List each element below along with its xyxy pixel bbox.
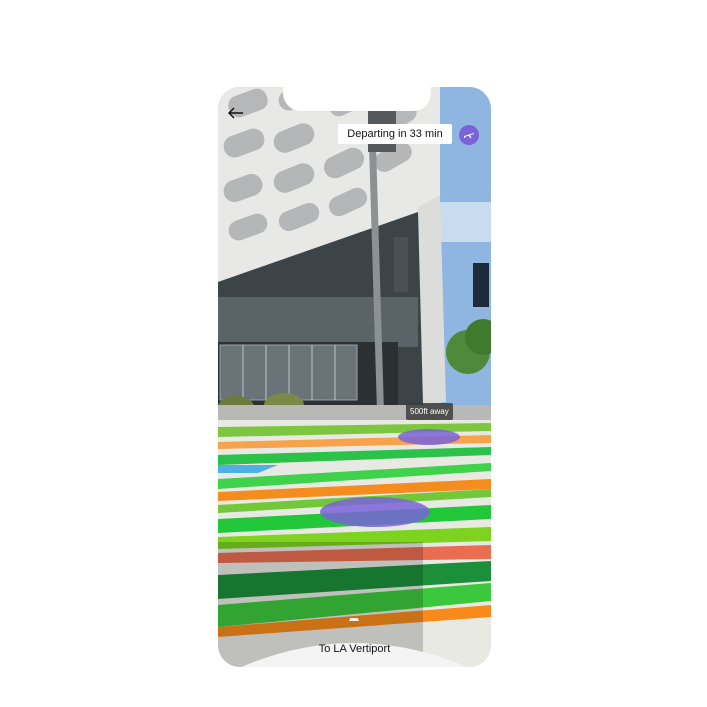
phone-frame: Departing in 33 min 500ft away To LA Ver… <box>218 87 491 667</box>
departure-banner: Departing in 33 min <box>338 124 452 144</box>
distance-label: 500ft away <box>406 403 453 420</box>
airplane-icon <box>464 133 474 139</box>
back-button[interactable] <box>226 105 246 121</box>
arrow-left-icon <box>228 107 243 119</box>
phone-notch <box>283 87 431 111</box>
ar-camera-view <box>218 87 491 667</box>
flight-button[interactable] <box>459 125 479 145</box>
destination-label: To LA Vertiport <box>318 643 391 655</box>
